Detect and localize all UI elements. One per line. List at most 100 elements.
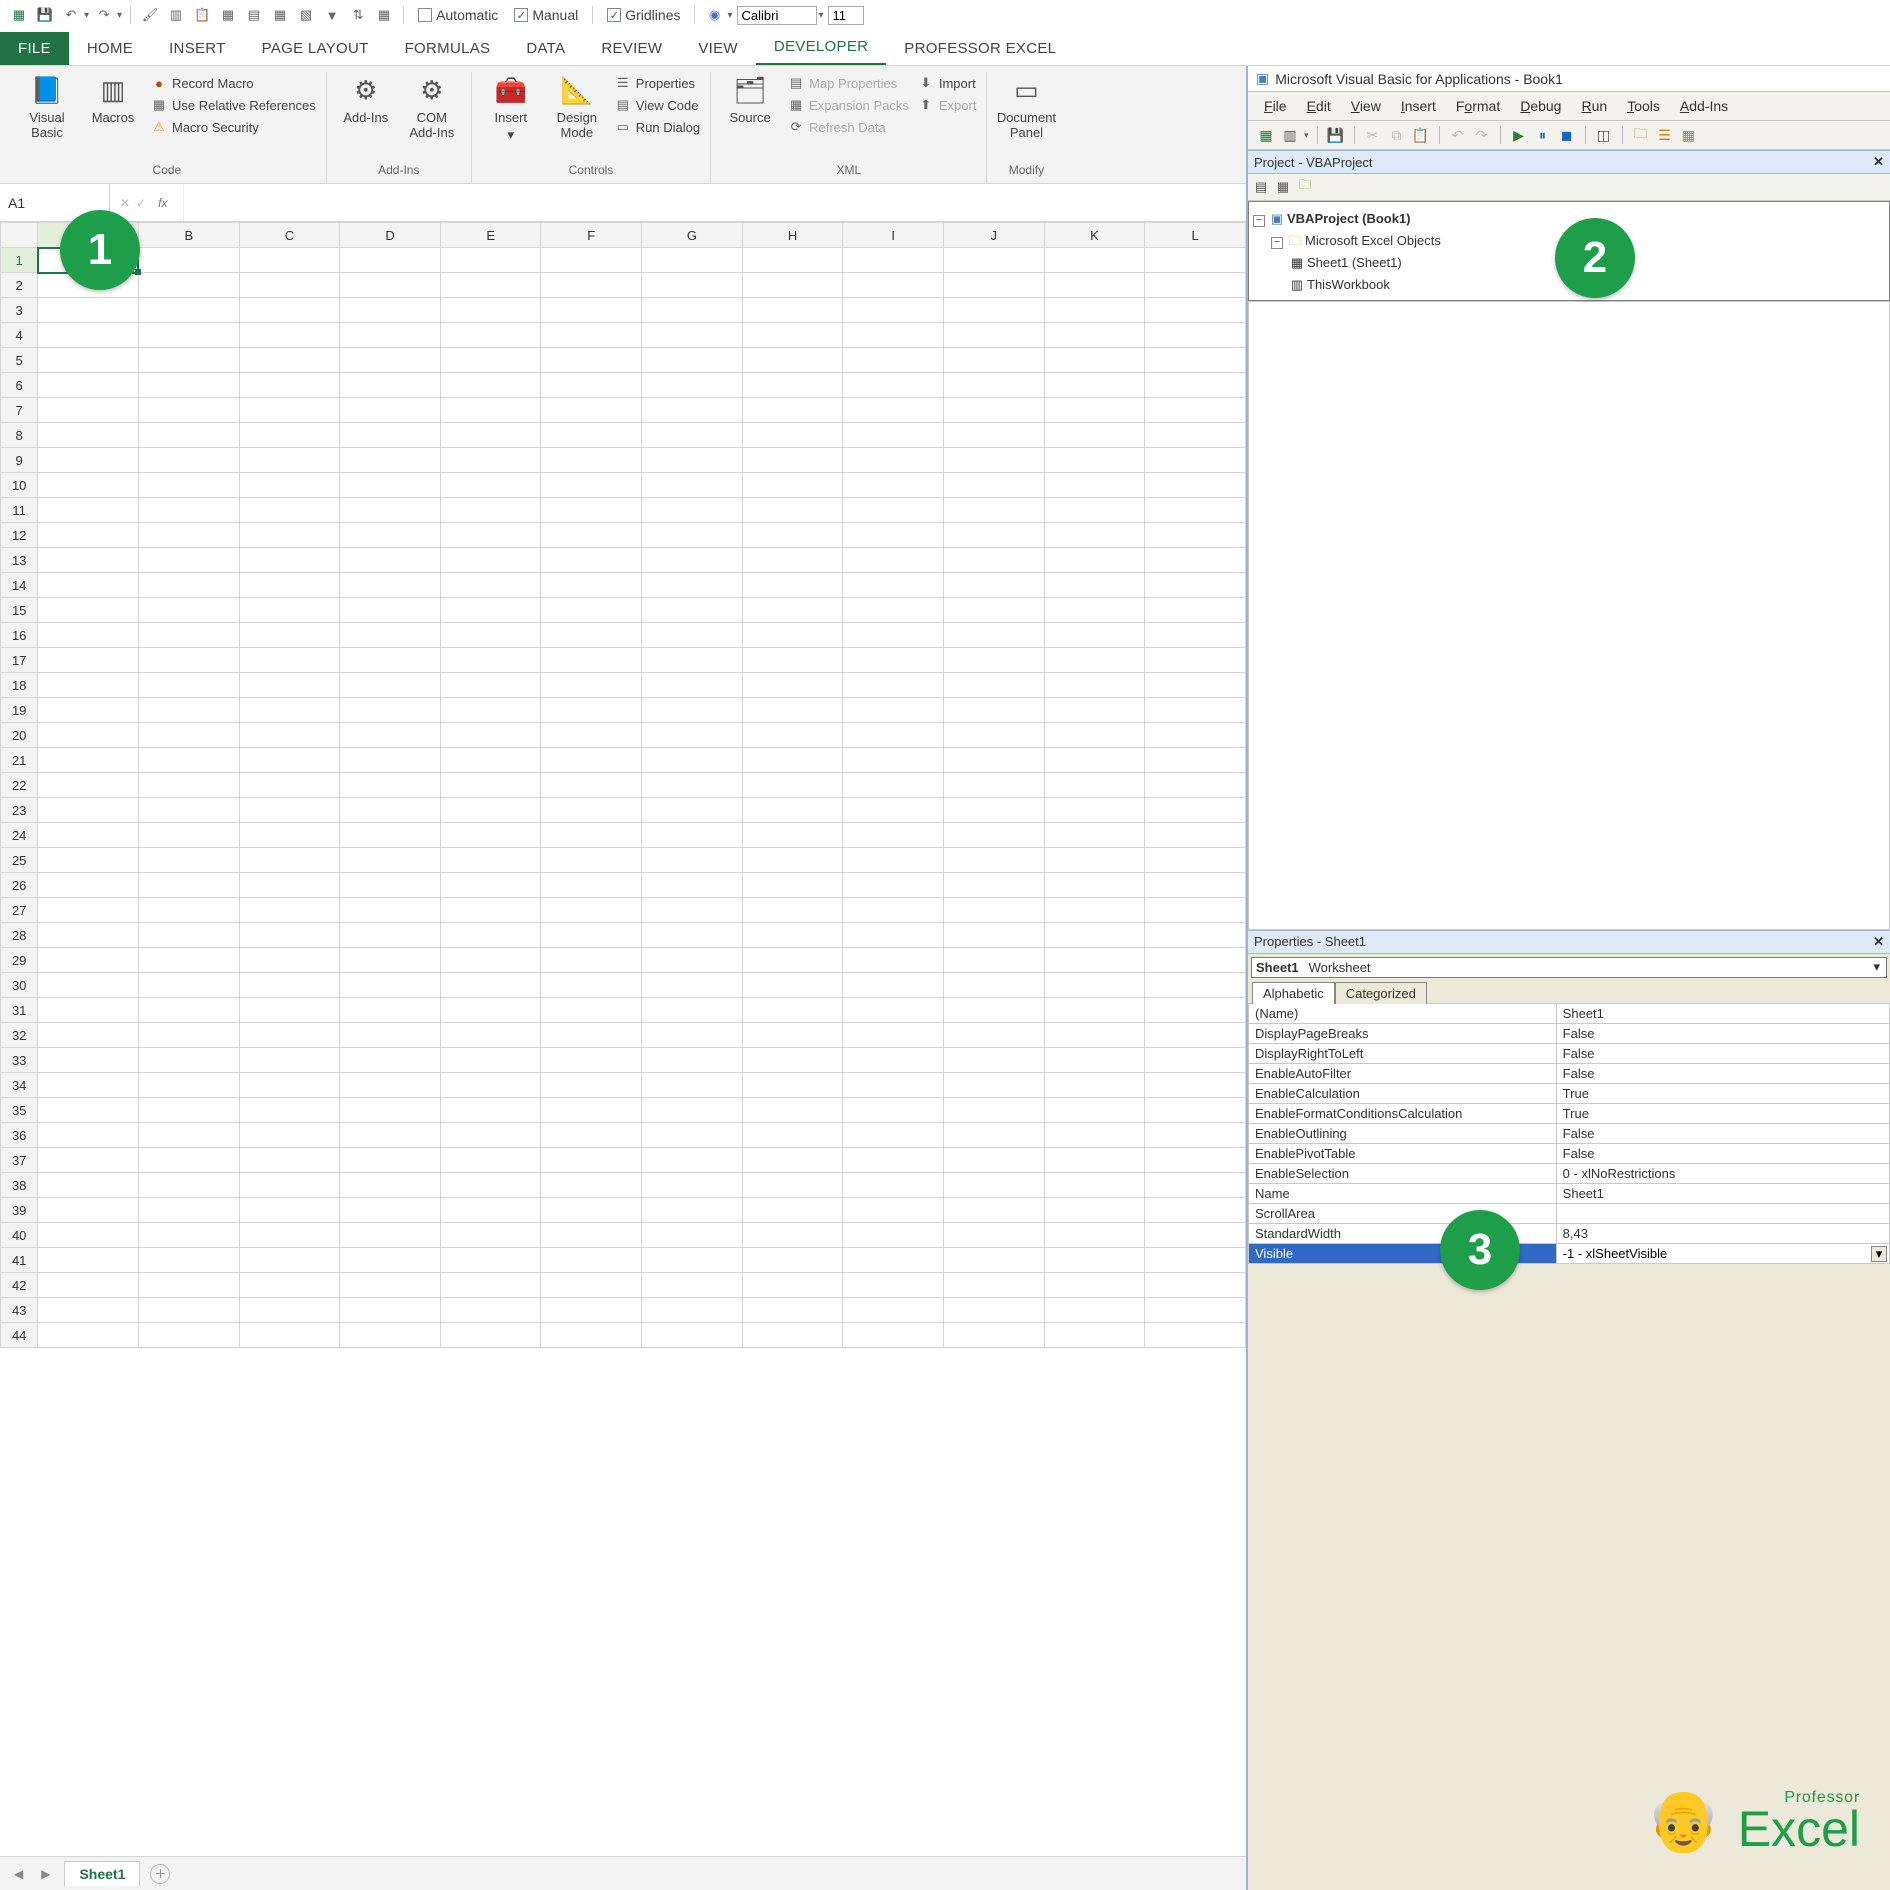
cell[interactable] [1145, 748, 1246, 773]
cell[interactable] [541, 898, 642, 923]
row-header[interactable]: 17 [1, 648, 38, 673]
cell[interactable] [440, 773, 541, 798]
cell[interactable] [239, 1048, 340, 1073]
row-header[interactable]: 3 [1, 298, 38, 323]
cell[interactable] [541, 398, 642, 423]
cell[interactable] [440, 273, 541, 298]
cell[interactable] [1044, 448, 1145, 473]
cell[interactable] [642, 898, 743, 923]
cell[interactable] [642, 1173, 743, 1198]
cell[interactable] [541, 1298, 642, 1323]
cell[interactable] [742, 673, 843, 698]
cell[interactable] [340, 1123, 441, 1148]
cell[interactable] [843, 523, 944, 548]
cell[interactable] [742, 1298, 843, 1323]
cell[interactable] [541, 1173, 642, 1198]
cell[interactable] [440, 1248, 541, 1273]
cell[interactable] [138, 1223, 239, 1248]
cell[interactable] [1044, 898, 1145, 923]
cell[interactable] [340, 498, 441, 523]
cell[interactable] [340, 973, 441, 998]
cell[interactable] [642, 648, 743, 673]
row-header[interactable]: 14 [1, 573, 38, 598]
cell[interactable] [943, 973, 1044, 998]
cell[interactable] [843, 673, 944, 698]
font-size-input[interactable] [828, 6, 864, 25]
cell[interactable] [1044, 1198, 1145, 1223]
cell[interactable] [642, 823, 743, 848]
cell[interactable] [943, 1098, 1044, 1123]
col-header[interactable]: B [138, 223, 239, 248]
cell[interactable] [440, 523, 541, 548]
cell[interactable] [38, 948, 139, 973]
cell[interactable] [1044, 923, 1145, 948]
cell[interactable] [943, 1073, 1044, 1098]
cell[interactable] [340, 398, 441, 423]
cell[interactable] [1145, 548, 1246, 573]
cell[interactable] [943, 1223, 1044, 1248]
expansion-packs-button[interactable]: ▦Expansion Packs [787, 94, 909, 116]
cell[interactable] [239, 1123, 340, 1148]
vbe-menu-edit[interactable]: Edit [1299, 96, 1339, 116]
property-value[interactable] [1556, 1203, 1889, 1223]
cell[interactable] [138, 598, 239, 623]
property-value[interactable]: 0 - xlNoRestrictions [1556, 1163, 1889, 1183]
col-header[interactable]: I [843, 223, 944, 248]
cell[interactable] [742, 398, 843, 423]
property-name[interactable]: Name [1249, 1183, 1557, 1203]
cell[interactable] [1044, 273, 1145, 298]
cell[interactable] [943, 498, 1044, 523]
tab-formulas[interactable]: FORMULAS [387, 32, 509, 65]
row-header[interactable]: 13 [1, 548, 38, 573]
cell[interactable] [138, 773, 239, 798]
cell[interactable] [440, 1023, 541, 1048]
cell[interactable] [440, 298, 541, 323]
cell[interactable] [239, 1173, 340, 1198]
col-header[interactable]: L [1145, 223, 1246, 248]
cell[interactable] [239, 273, 340, 298]
cell[interactable] [1044, 1248, 1145, 1273]
cell[interactable] [843, 1273, 944, 1298]
cell[interactable] [38, 323, 139, 348]
undo-icon[interactable]: ↶ [60, 4, 82, 26]
row-header[interactable]: 26 [1, 873, 38, 898]
cell[interactable] [742, 1073, 843, 1098]
row-header[interactable]: 2 [1, 273, 38, 298]
cell[interactable] [239, 1298, 340, 1323]
cell[interactable] [440, 848, 541, 873]
cell[interactable] [642, 1023, 743, 1048]
cell[interactable] [642, 1098, 743, 1123]
row-header[interactable]: 38 [1, 1173, 38, 1198]
cell[interactable] [943, 1273, 1044, 1298]
property-value[interactable]: -1 - xlSheetVisible▾ [1556, 1243, 1889, 1263]
cell[interactable] [138, 698, 239, 723]
cell[interactable] [843, 623, 944, 648]
cell[interactable] [138, 1323, 239, 1348]
cell[interactable] [1044, 973, 1145, 998]
cell[interactable] [642, 1048, 743, 1073]
cell[interactable] [541, 348, 642, 373]
cell[interactable] [340, 323, 441, 348]
cell[interactable] [440, 698, 541, 723]
row-header[interactable]: 6 [1, 373, 38, 398]
pivot-icon[interactable]: ▤ [243, 4, 265, 26]
cell[interactable] [943, 673, 1044, 698]
cell[interactable] [239, 648, 340, 673]
cell[interactable] [239, 873, 340, 898]
cell[interactable] [239, 473, 340, 498]
cell[interactable] [642, 373, 743, 398]
cell[interactable] [1145, 423, 1246, 448]
cell[interactable] [541, 923, 642, 948]
cell[interactable] [843, 698, 944, 723]
cell[interactable] [340, 1023, 441, 1048]
cell[interactable] [239, 948, 340, 973]
cell[interactable] [943, 323, 1044, 348]
row-header[interactable]: 39 [1, 1198, 38, 1223]
col-header[interactable]: D [340, 223, 441, 248]
cell[interactable] [742, 473, 843, 498]
cell[interactable] [642, 523, 743, 548]
cell[interactable] [38, 298, 139, 323]
document-panel-button[interactable]: ▭Document Panel [997, 72, 1055, 140]
cell[interactable] [38, 998, 139, 1023]
cell[interactable] [239, 698, 340, 723]
